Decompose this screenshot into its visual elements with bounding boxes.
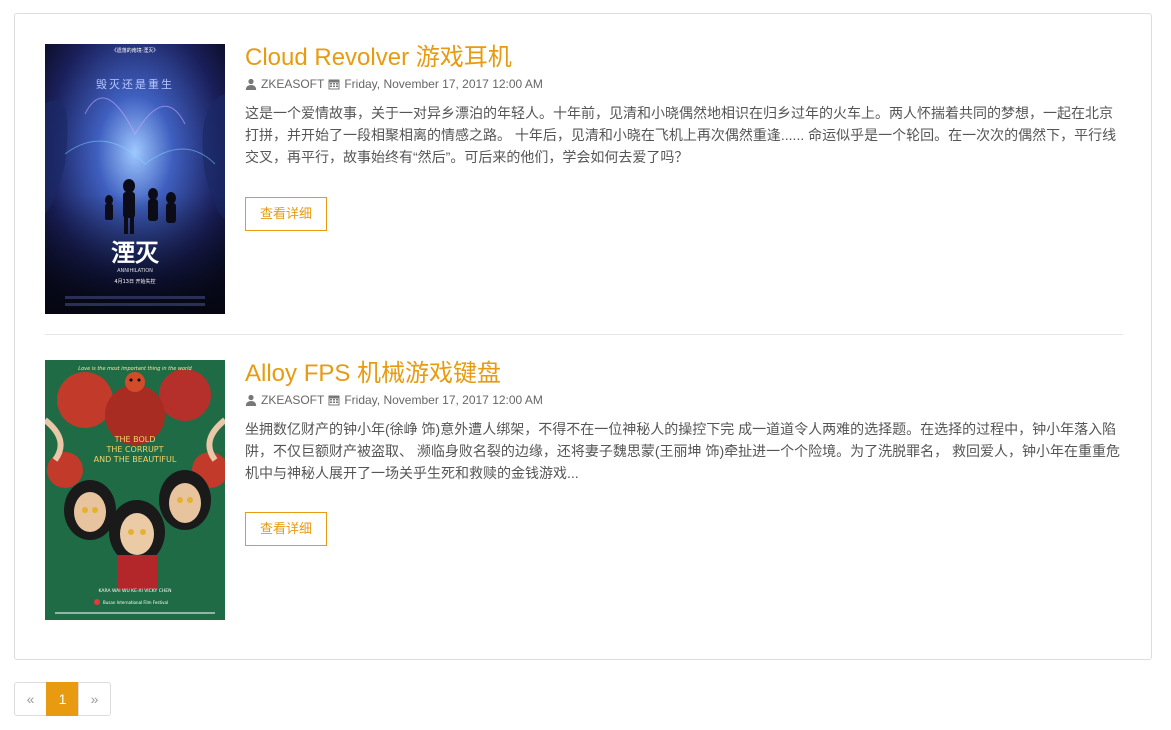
poster-title: 湮灭 bbox=[111, 239, 160, 267]
user-icon bbox=[245, 78, 257, 90]
article-date: Friday, November 17, 2017 12:00 AM bbox=[344, 77, 543, 91]
article-meta: ZKEASOFT Friday, November 17, 2017 12:00… bbox=[245, 392, 1125, 408]
calendar-icon bbox=[328, 395, 340, 406]
pagination-page-1[interactable]: 1 bbox=[46, 682, 79, 716]
article-author: ZKEASOFT bbox=[261, 393, 325, 407]
article-thumbnail[interactable]: Love is the most important thing in the … bbox=[45, 360, 225, 630]
poster-tagline: 毁灭还是重生 bbox=[96, 77, 174, 91]
pagination-next[interactable]: » bbox=[78, 682, 111, 716]
view-details-button[interactable]: 查看详细 bbox=[245, 512, 327, 546]
article-divider bbox=[45, 334, 1123, 335]
article-item: 《遗落的南境·湮灭》 毁灭还是重生 湮灭 ANNIHILATION 4月13日 … bbox=[45, 44, 1125, 335]
article-author: ZKEASOFT bbox=[261, 77, 325, 91]
poster-bold-corrupt-beautiful: Love is the most important thing in the … bbox=[45, 360, 225, 620]
poster-title-line3: AND THE BEAUTIFUL bbox=[94, 455, 177, 464]
user-icon bbox=[245, 394, 257, 406]
article-title[interactable]: Cloud Revolver 游戏耳机 bbox=[245, 44, 1125, 72]
poster-cast: KARA WAI WU KE-XI VICKY CHEN bbox=[99, 588, 172, 594]
article-list-panel: 《遗落的南境·湮灭》 毁灭还是重生 湮灭 ANNIHILATION 4月13日 … bbox=[14, 13, 1152, 660]
view-details-button[interactable]: 查看详细 bbox=[245, 197, 327, 231]
poster-title-line1: THE BOLD bbox=[114, 435, 156, 444]
article-date: Friday, November 17, 2017 12:00 AM bbox=[344, 393, 543, 407]
article-summary: 坐拥数亿财产的钟小年(徐峥 饰)意外遭人绑架，不得不在一位神秘人的操控下完 成一… bbox=[245, 421, 1120, 481]
article-summary: 这是一个爱情故事，关于一对异乡漂泊的年轻人。十年前，见清和小晓偶然地相识在归乡过… bbox=[245, 105, 1117, 165]
poster-title-line2: THE CORRUPT bbox=[105, 445, 163, 454]
calendar-icon bbox=[328, 79, 340, 90]
article-title[interactable]: Alloy FPS 机械游戏键盘 bbox=[245, 360, 1125, 388]
article-thumbnail[interactable]: 《遗落的南境·湮灭》 毁灭还是重生 湮灭 ANNIHILATION 4月13日 … bbox=[45, 44, 225, 314]
article-item: Love is the most important thing in the … bbox=[45, 360, 1125, 640]
article-meta: ZKEASOFT Friday, November 17, 2017 12:00… bbox=[245, 76, 1125, 92]
article-body: Alloy FPS 机械游戏键盘 ZKEASOFT Friday, Novemb… bbox=[245, 360, 1125, 484]
pagination: « 1 » bbox=[14, 682, 111, 716]
poster-release: 4月13日 开始失控 bbox=[114, 278, 155, 285]
poster-top-text: 《遗落的南境·湮灭》 bbox=[112, 47, 159, 54]
article-body: Cloud Revolver 游戏耳机 ZKEASOFT Friday, Nov… bbox=[245, 44, 1125, 168]
poster-subtitle: ANNIHILATION bbox=[117, 268, 153, 274]
poster-festival: Busan International Film Festival bbox=[103, 600, 168, 605]
pagination-prev[interactable]: « bbox=[14, 682, 47, 716]
poster-annihilation: 《遗落的南境·湮灭》 毁灭还是重生 湮灭 ANNIHILATION 4月13日 … bbox=[45, 44, 225, 314]
poster-top-text: Love is the most important thing in the … bbox=[78, 366, 192, 372]
